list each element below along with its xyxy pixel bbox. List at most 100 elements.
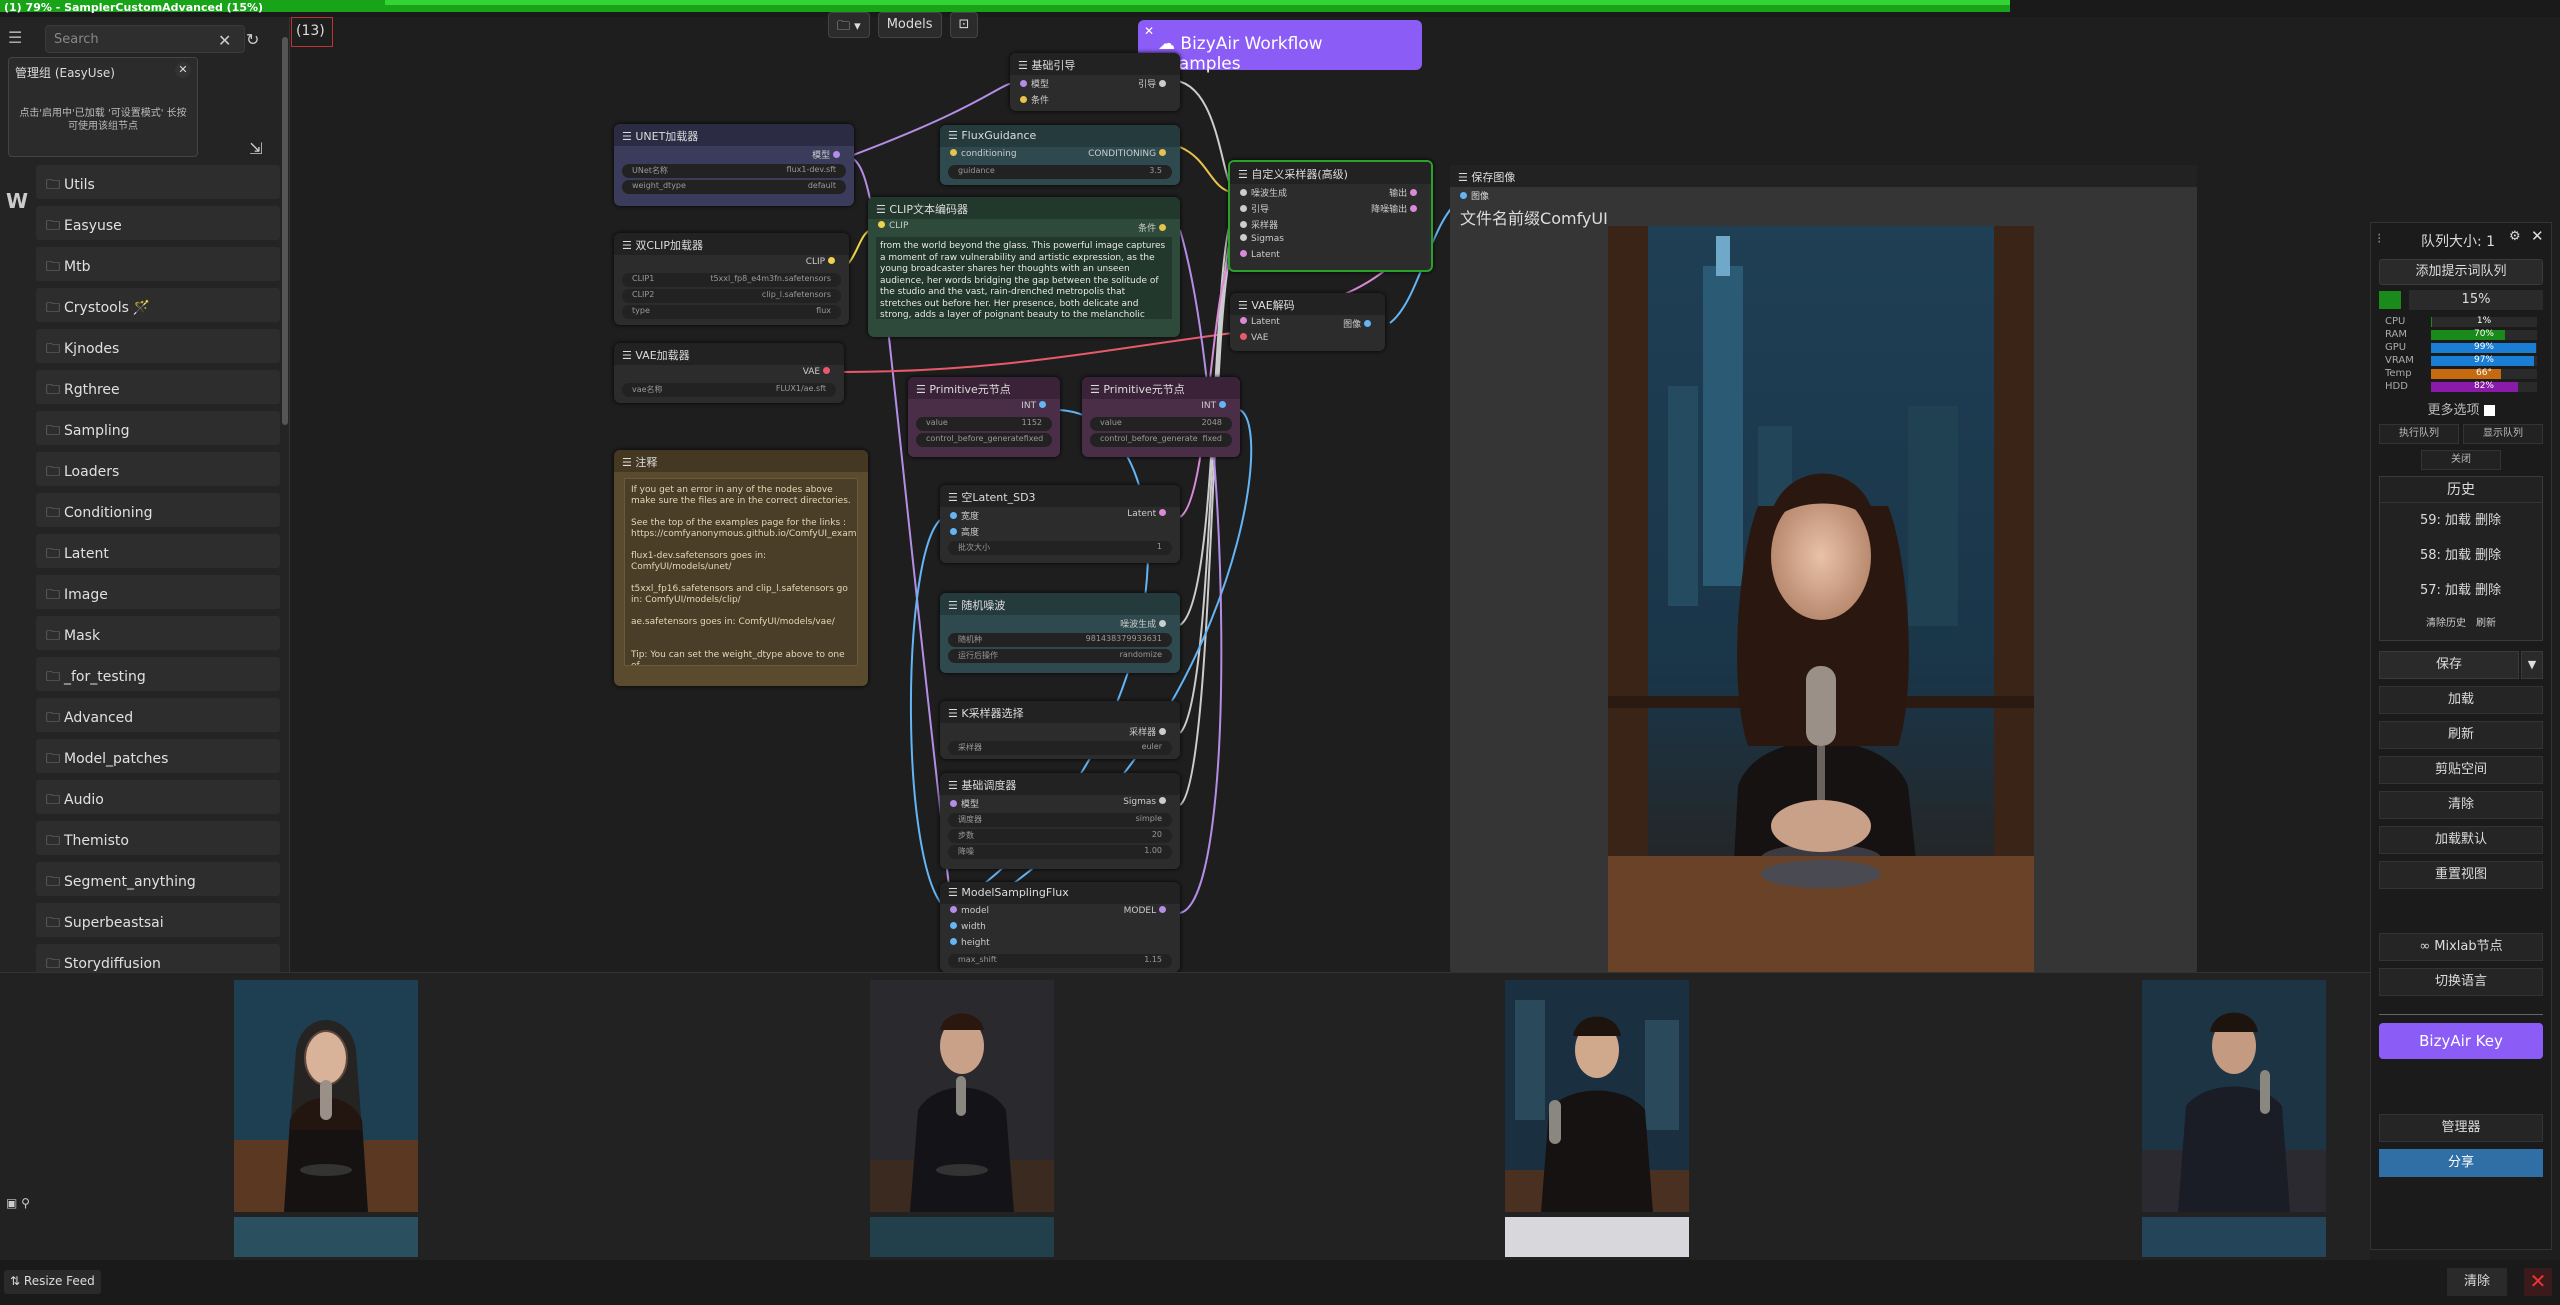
mixlab-nodes-button[interactable]: ∞ Mixlab节点 <box>2379 933 2543 961</box>
sidebar-scrollbar[interactable] <box>282 37 288 425</box>
folder-item[interactable]: 🗀 Segment_anything <box>36 862 280 896</box>
refresh-button[interactable]: 刷新 <box>2379 721 2543 749</box>
feed-thumbnail[interactable] <box>2142 980 2326 1212</box>
empty-latent-sd3-node[interactable]: ☰ 空Latent_SD3 宽度 Latent 高度 批次大小 1 <box>940 485 1180 563</box>
clip-text-encode-node[interactable]: ☰ CLIP文本编码器 CLIP 条件 from the world beyond… <box>868 197 1180 337</box>
output-slot[interactable] <box>823 367 830 374</box>
feed-thumbnail[interactable] <box>234 980 418 1212</box>
value-widget[interactable]: value 2048 <box>1090 417 1232 431</box>
unet-loader-node[interactable]: ☰ UNET加载器 模型 UNet名称 flux1-dev.sft weight_… <box>614 124 854 206</box>
output-slot[interactable] <box>1364 320 1371 327</box>
w-badge-icon[interactable]: W <box>6 189 30 215</box>
unet-name-widget[interactable]: UNet名称 flux1-dev.sft <box>622 164 846 178</box>
output-slot[interactable] <box>833 151 840 158</box>
noise-seed-widget[interactable]: 随机种 981438379933631 <box>948 633 1172 647</box>
value-widget[interactable]: value 1152 <box>916 417 1052 431</box>
output-slot[interactable] <box>1159 509 1166 516</box>
note-text[interactable]: If you get an error in any of the nodes … <box>624 478 858 666</box>
pin-icon[interactable]: ⚲ <box>21 1196 30 1210</box>
input-slot[interactable] <box>1460 192 1467 199</box>
output-slot[interactable] <box>828 257 835 264</box>
input-slot[interactable] <box>1240 221 1247 228</box>
input-slot[interactable] <box>1240 205 1247 212</box>
folder-menu-button[interactable]: 🗀 ▾ <box>828 12 870 38</box>
close-options-button[interactable]: 关闭 <box>2421 450 2501 470</box>
input-slot[interactable] <box>950 906 957 913</box>
input-slot[interactable] <box>950 512 957 519</box>
model-sampling-flux-node[interactable]: ☰ ModelSamplingFlux model MODEL width hei… <box>940 882 1180 972</box>
control-after-generate-widget[interactable]: 运行后操作 randomize <box>948 649 1172 663</box>
refresh-icon[interactable]: ↻ <box>246 30 259 49</box>
close-icon[interactable]: ✕ <box>175 62 191 78</box>
close-feed-icon[interactable]: ✕ <box>2524 1268 2552 1296</box>
output-slot[interactable] <box>1039 401 1046 408</box>
folder-item[interactable]: 🗀 Image <box>36 575 280 609</box>
feed-thumbnail[interactable] <box>1505 980 1689 1212</box>
clip-type-widget[interactable]: type flux <box>622 305 841 319</box>
switch-language-button[interactable]: 切换语言 <box>2379 968 2543 996</box>
control-widget[interactable]: control_before_generate fixed <box>916 433 1052 447</box>
folder-item[interactable]: 🗀 Easyuse <box>36 206 280 240</box>
drag-handle-icon[interactable]: ⁝ <box>2377 231 2381 247</box>
input-slot[interactable] <box>950 938 957 945</box>
clear-history-button[interactable]: 清除历史 <box>2426 608 2466 640</box>
output-slot[interactable] <box>1159 149 1166 156</box>
folder-item[interactable]: 🗀 Crystools 🪄 <box>36 288 280 322</box>
save-dropdown-icon[interactable]: ▼ <box>2521 651 2543 679</box>
flux-guidance-node[interactable]: ☰ FluxGuidance conditioning CONDITIONING … <box>940 125 1180 185</box>
sampler-name-widget[interactable]: 采样器 euler <box>948 741 1172 755</box>
bizyair-key-button[interactable]: BizyAir Key <box>2379 1023 2543 1059</box>
input-slot[interactable] <box>950 800 957 807</box>
manager-button[interactable]: 管理器 <box>2379 1114 2543 1142</box>
folder-item[interactable]: 🗀 _for_testing <box>36 657 280 691</box>
input-slot[interactable] <box>1240 333 1247 340</box>
folder-item[interactable]: 🗀 Rgthree <box>36 370 280 404</box>
max-shift-widget[interactable]: max_shift 1.15 <box>948 954 1172 968</box>
history-item[interactable]: 58: 加载 删除 <box>2380 538 2542 573</box>
vae-decode-node[interactable]: ☰ VAE解码 Latent 图像 VAE <box>1230 293 1385 351</box>
input-slot[interactable] <box>950 528 957 535</box>
output-slot[interactable] <box>1410 189 1417 196</box>
image-icon[interactable]: ▣ <box>6 1196 17 1210</box>
output-slot[interactable] <box>1410 205 1417 212</box>
reset-view-button[interactable]: 重置视图 <box>2379 861 2543 889</box>
share-button[interactable]: 分享 <box>2379 1149 2543 1177</box>
models-button[interactable]: Models <box>877 12 942 38</box>
random-noise-node[interactable]: ☰ 随机噪波 噪波生成 随机种 981438379933631 运行后操作 rand… <box>940 593 1180 673</box>
control-widget[interactable]: control_before_generate fixed <box>1090 433 1232 447</box>
folder-item[interactable]: 🗀 Model_patches <box>36 739 280 773</box>
bizyair-examples-banner[interactable]: ✕ ☁ BizyAir Workflow Examples <box>1138 20 1422 74</box>
input-slot[interactable] <box>1240 250 1247 257</box>
clipspace-button[interactable]: 剪贴空间 <box>2379 756 2543 784</box>
input-slot[interactable] <box>950 922 957 929</box>
folder-item[interactable]: 🗀 Audio <box>36 780 280 814</box>
guidance-widget[interactable]: guidance 3.5 <box>948 165 1172 179</box>
output-slot[interactable] <box>1159 224 1166 231</box>
output-slot[interactable] <box>1159 620 1166 627</box>
batch-size-widget[interactable]: 批次大小 1 <box>948 541 1172 555</box>
folder-item[interactable]: 🗀 Sampling <box>36 411 280 445</box>
folder-item[interactable]: 🗀 Utils <box>36 165 280 199</box>
feed-thumbnail[interactable] <box>1505 1217 1689 1257</box>
feed-thumbnail[interactable] <box>234 1217 418 1257</box>
dual-clip-loader-node[interactable]: ☰ 双CLIP加载器 CLIP CLIP1 t5xxl_fp8_e4m3fn.sa… <box>614 233 849 325</box>
feed-thumbnail[interactable] <box>2142 1217 2326 1257</box>
input-slot[interactable] <box>1020 96 1027 103</box>
more-options-checkbox[interactable] <box>2483 405 2495 416</box>
folder-item[interactable]: 🗀 Kjnodes <box>36 329 280 363</box>
folder-item[interactable]: 🗀 Mtb <box>36 247 280 281</box>
vae-loader-node[interactable]: ☰ VAE加载器 VAE vae名称 FLUX1/ae.sft <box>614 343 844 403</box>
ksampler-select-node[interactable]: ☰ K采样器选择 采样器 采样器 euler <box>940 701 1180 759</box>
output-slot[interactable] <box>1159 728 1166 735</box>
clip1-widget[interactable]: CLIP1 t5xxl_fp8_e4m3fn.safetensors <box>622 273 841 287</box>
basic-guider-node[interactable]: ☰ 基础引导 模型 引导 条件 <box>1010 53 1180 111</box>
queue-prompt-button[interactable]: 添加提示词队列 <box>2379 259 2543 285</box>
gear-icon[interactable]: ⚙ <box>2509 229 2521 244</box>
scheduler-widget[interactable]: 调度器 simple <box>948 813 1172 827</box>
input-slot[interactable] <box>1020 80 1027 87</box>
folder-item[interactable]: 🗀 Advanced <box>36 698 280 732</box>
primitive-node-width[interactable]: ☰ Primitive元节点 INT value 1152 control_bef… <box>908 377 1060 457</box>
resize-feed-button[interactable]: ⇅ Resize Feed <box>4 1270 101 1294</box>
output-slot[interactable] <box>1219 401 1226 408</box>
hamburger-menu-icon[interactable]: ☰ <box>8 30 24 46</box>
